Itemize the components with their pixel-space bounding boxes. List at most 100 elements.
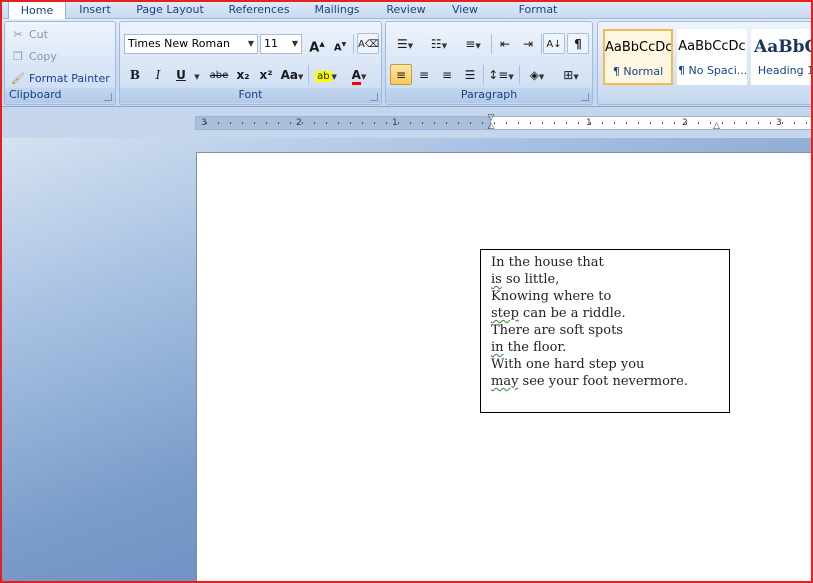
decrease-indent-icon: ⇤: [499, 37, 511, 51]
sort-button[interactable]: A↓: [543, 33, 565, 54]
ruler-label: 1: [392, 118, 398, 128]
line-spacing-button[interactable]: ↕≡▼: [486, 64, 516, 85]
bold-button[interactable]: B: [124, 64, 146, 85]
bullets-button[interactable]: ☰▼: [390, 33, 420, 54]
text-highlight-button[interactable]: ab ▼: [311, 64, 341, 85]
align-left-button[interactable]: ≡: [390, 64, 412, 85]
sort-az-icon: A↓: [546, 39, 562, 50]
ruler-bar: 3 2 1 1 2 3 ▽ △ △: [2, 108, 811, 138]
tab-review[interactable]: Review: [380, 2, 432, 19]
tab-view[interactable]: View: [444, 2, 486, 19]
first-word: in: [491, 340, 504, 355]
ruler-tick: [794, 122, 795, 124]
bullets-icon: ☰: [396, 37, 408, 51]
ribbon: ✂ Cut ❐ Copy 🖌 Format Painter Clipboard . T…: [2, 19, 811, 107]
style-heading-1[interactable]: AaBbC Heading 1: [751, 29, 811, 85]
ruler-tick: [602, 122, 603, 124]
font-family-select[interactable]: Times New Roman ▼: [124, 34, 258, 54]
chevron-down-icon: ▼: [331, 73, 337, 81]
text-line: In the house that: [491, 254, 729, 271]
borders-icon: ⊞: [563, 68, 574, 82]
format-painter-button[interactable]: 🖌 Format Painter: [11, 70, 110, 88]
underline-options-button[interactable]: ▼: [192, 64, 202, 85]
ruler-tick: [770, 122, 771, 124]
tab-page-layout[interactable]: Page Layout: [130, 2, 210, 19]
horizontal-ruler[interactable]: 3 2 1 1 2 3 ▽ △ △: [195, 114, 811, 131]
font-group: Times New Roman ▼ 11 ▼ A▲ A▼ A⌫ B I U ▼ ab…: [119, 21, 382, 105]
superscript-button[interactable]: x²: [255, 64, 277, 85]
text-line: is so little,: [491, 271, 729, 288]
align-right-button[interactable]: ≡: [436, 64, 458, 85]
font-color-icon: A: [351, 69, 361, 85]
align-center-button[interactable]: ≡: [413, 64, 435, 85]
borders-button[interactable]: ⊞▼: [556, 64, 586, 85]
line-rest: see your foot nevermore.: [518, 374, 688, 389]
ruler-tick: [290, 122, 291, 124]
divider: [483, 65, 484, 85]
strikethrough-button[interactable]: abe: [206, 64, 232, 85]
style-name: ¶ No Spaci...: [678, 64, 746, 77]
ruler-tick: [218, 122, 219, 124]
indent-marker-icon[interactable]: ▽ △: [486, 114, 496, 131]
clipboard-dialog-launcher-icon[interactable]: .: [104, 93, 112, 101]
document-page[interactable]: In the house that is so little, Knowing wh…: [196, 152, 811, 581]
text-line: in the floor.: [491, 339, 729, 356]
ruler-tick: [230, 122, 231, 124]
first-word: step: [491, 306, 519, 321]
ruler-tick: [590, 122, 591, 124]
ruler-tick: [326, 122, 327, 124]
shrink-font-button[interactable]: A▼: [329, 33, 351, 54]
text-box[interactable]: In the house that is so little, Knowing wh…: [480, 249, 730, 413]
increase-indent-icon: ⇥: [522, 37, 534, 51]
style-sample: AaBbCcDc: [605, 40, 671, 55]
tab-insert[interactable]: Insert: [72, 2, 118, 19]
clear-formatting-button[interactable]: A⌫: [357, 33, 379, 54]
paragraph-dialog-launcher-icon[interactable]: .: [581, 93, 589, 101]
decrease-indent-button[interactable]: ⇤: [494, 33, 516, 54]
change-case-button[interactable]: Aa▼: [279, 64, 305, 85]
highlighter-icon: ab: [315, 71, 332, 82]
show-formatting-marks-button[interactable]: ¶: [567, 33, 589, 54]
chevron-down-icon: ▼: [291, 39, 298, 48]
numbering-icon: ☷: [430, 37, 442, 51]
style-normal[interactable]: AaBbCcDc ¶ Normal: [603, 29, 673, 85]
divider: [491, 34, 492, 54]
ruler-tick: [278, 122, 279, 124]
ruler-tick: [650, 122, 651, 124]
ruler-tick: [338, 122, 339, 124]
subscript-button[interactable]: x₂: [232, 64, 254, 85]
multilevel-list-icon: ≡: [465, 37, 476, 51]
tab-format[interactable]: Format: [510, 2, 566, 19]
ruler-tick: [446, 122, 447, 124]
cut-button[interactable]: ✂ Cut: [11, 26, 48, 44]
font-color-button[interactable]: A▼: [344, 64, 374, 85]
grow-font-button[interactable]: A▲: [306, 33, 328, 55]
tab-mailings[interactable]: Mailings: [308, 2, 366, 19]
tab-references[interactable]: References: [222, 2, 296, 19]
first-word: may: [491, 374, 519, 389]
italic-button[interactable]: I: [147, 64, 169, 85]
ribbon-tabs: Home Insert Page Layout References Maili…: [2, 2, 811, 19]
numbering-button[interactable]: ☷▼: [424, 33, 454, 54]
justify-button[interactable]: ☰: [459, 64, 481, 85]
font-size-select[interactable]: 11 ▼: [260, 34, 302, 54]
ruler-tick: [758, 122, 759, 124]
ruler-tick: [350, 122, 351, 124]
underline-button[interactable]: U: [170, 64, 192, 85]
multilevel-list-button[interactable]: ≡▼: [458, 33, 488, 54]
shading-button[interactable]: ◈▼: [522, 64, 552, 85]
first-word: Knowing: [491, 289, 549, 304]
copy-button[interactable]: ❐ Copy: [11, 48, 57, 66]
ruler-tick: [314, 122, 315, 124]
ruler-tick: [806, 122, 807, 124]
chevron-down-icon: ▼: [573, 73, 579, 81]
tab-home[interactable]: Home: [8, 2, 66, 19]
divider: [308, 65, 309, 85]
increase-indent-button[interactable]: ⇥: [517, 33, 539, 54]
text-line: may see your foot nevermore.: [491, 373, 729, 390]
right-indent-marker-icon[interactable]: △: [713, 121, 723, 131]
ruler-tick: [266, 122, 267, 124]
font-dialog-launcher-icon[interactable]: .: [370, 93, 378, 101]
style-no-spacing[interactable]: AaBbCcDc ¶ No Spaci...: [677, 29, 747, 85]
ruler-tick: [686, 122, 687, 124]
